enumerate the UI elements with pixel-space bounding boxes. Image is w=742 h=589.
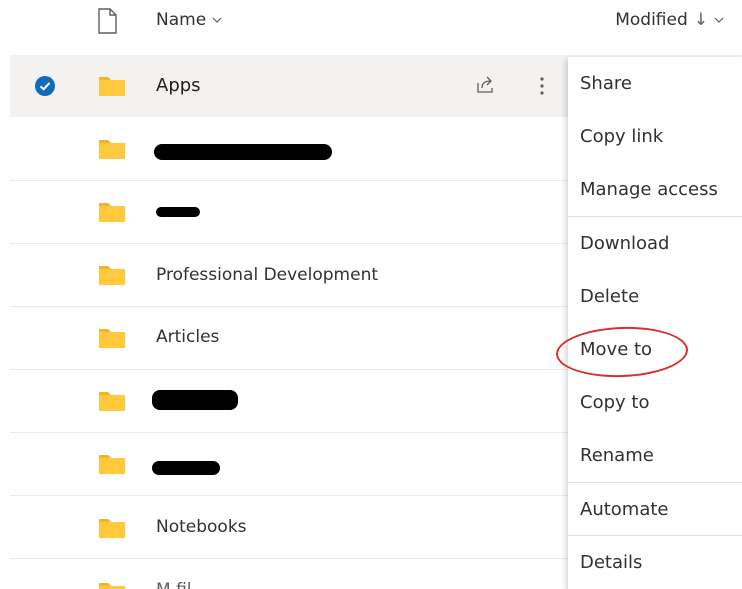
menu-item-share[interactable]: Share (568, 61, 742, 109)
menu-item-manage-access[interactable]: Manage access (568, 167, 742, 215)
menu-item-delete[interactable]: Delete (568, 274, 742, 322)
menu-item-label: Delete (580, 286, 640, 307)
folder-icon (99, 519, 125, 538)
file-type-icon[interactable] (97, 8, 117, 34)
chevron-down-icon (714, 17, 724, 23)
menu-divider (568, 216, 742, 217)
folder-name[interactable]: Articles (156, 327, 219, 347)
name-column-header[interactable]: Name (156, 10, 222, 30)
menu-item-download[interactable]: Download (568, 221, 742, 269)
modified-column-header[interactable]: Modified ↓ (615, 10, 724, 30)
menu-item-rename[interactable]: Rename (568, 433, 742, 481)
folder-name[interactable]: M fil (156, 580, 192, 589)
menu-item-label: Automate (580, 499, 669, 520)
modified-column-label: Modified (615, 10, 688, 30)
context-menu: Share Copy link Manage access Download D… (568, 57, 742, 589)
redacted-folder-name (156, 207, 200, 217)
share-icon[interactable] (475, 75, 495, 95)
menu-item-copy-link[interactable]: Copy link (568, 114, 742, 162)
menu-divider (568, 482, 742, 483)
menu-item-label: Copy to (580, 392, 650, 413)
menu-divider (568, 535, 742, 536)
folder-name[interactable]: Professional Development (156, 265, 378, 285)
folder-icon (99, 140, 125, 159)
menu-item-details[interactable]: Details (568, 540, 742, 588)
sort-descending-icon: ↓ (693, 10, 708, 30)
folder-icon (99, 392, 125, 411)
menu-item-automate[interactable]: Automate (568, 487, 742, 535)
checkmark-icon[interactable] (35, 76, 55, 96)
menu-item-label: Download (580, 233, 670, 254)
chevron-down-icon (212, 17, 222, 23)
checkmark-glyph-icon (39, 82, 51, 91)
redacted-folder-name (154, 144, 332, 160)
menu-item-label: Rename (580, 445, 654, 466)
menu-item-label: Manage access (580, 179, 718, 200)
menu-item-label: Details (580, 552, 643, 573)
menu-item-copy-to[interactable]: Copy to (568, 380, 742, 428)
folder-name[interactable]: Apps (156, 75, 201, 96)
redacted-folder-name (152, 461, 220, 475)
folder-icon (99, 77, 125, 96)
folder-name[interactable]: Notebooks (156, 517, 247, 537)
name-column-label: Name (156, 10, 207, 30)
folder-icon (99, 203, 125, 222)
file-list-header: Name Modified ↓ (0, 0, 742, 52)
folder-icon (99, 455, 125, 474)
folder-icon (99, 329, 125, 348)
folder-icon (99, 266, 125, 285)
more-options-icon[interactable] (535, 74, 549, 98)
menu-item-label: Share (580, 73, 632, 94)
menu-item-label: Copy link (580, 126, 664, 147)
folder-icon (99, 583, 125, 589)
redacted-folder-name (152, 390, 238, 410)
